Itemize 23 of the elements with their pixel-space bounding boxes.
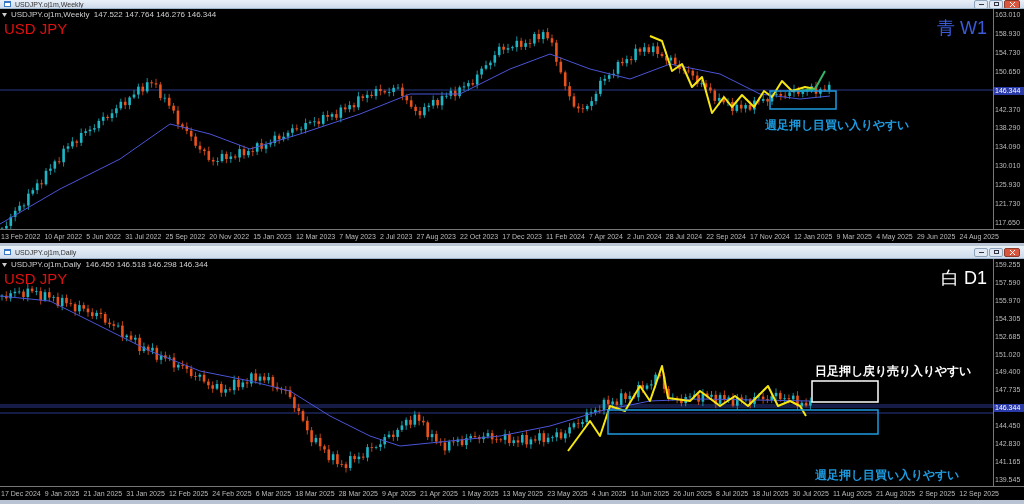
annotation-text: 週足押し目買い入りやすい bbox=[815, 469, 959, 481]
chart-info: USDJPY.oj1m,Daily 146.450 146.518 146.298 146.344 bbox=[11, 261, 208, 269]
zone-rectangle bbox=[769, 90, 837, 110]
close-button[interactable] bbox=[1004, 0, 1020, 8]
dropdown-arrow-icon[interactable] bbox=[2, 13, 7, 17]
window-icon bbox=[4, 249, 11, 255]
annotation-text: 日足押し戻り売り入りやすい bbox=[815, 365, 971, 377]
close-icon bbox=[1009, 1, 1015, 7]
timeframe-label: 白 D1 bbox=[941, 269, 987, 287]
minimize-button[interactable] bbox=[974, 0, 988, 8]
close-button[interactable] bbox=[1004, 247, 1020, 257]
close-icon bbox=[1009, 249, 1015, 255]
window-icon bbox=[4, 1, 11, 7]
annotation-text: 週足押し目買い入りやすい bbox=[765, 119, 909, 131]
maximize-button[interactable] bbox=[989, 0, 1003, 8]
chart-info: USDJPY.oj1m,Weekly 147.522 147.764 146.276 146.344 bbox=[11, 11, 217, 19]
zone-rectangle bbox=[811, 380, 879, 403]
dropdown-arrow-icon[interactable] bbox=[2, 263, 7, 267]
minimize-button[interactable] bbox=[974, 247, 988, 257]
maximize-button[interactable] bbox=[989, 247, 1003, 257]
symbol-label: USD JPY bbox=[4, 21, 68, 36]
symbol-label: USD JPY bbox=[4, 271, 68, 286]
timeframe-label: 青 W1 bbox=[937, 19, 987, 37]
